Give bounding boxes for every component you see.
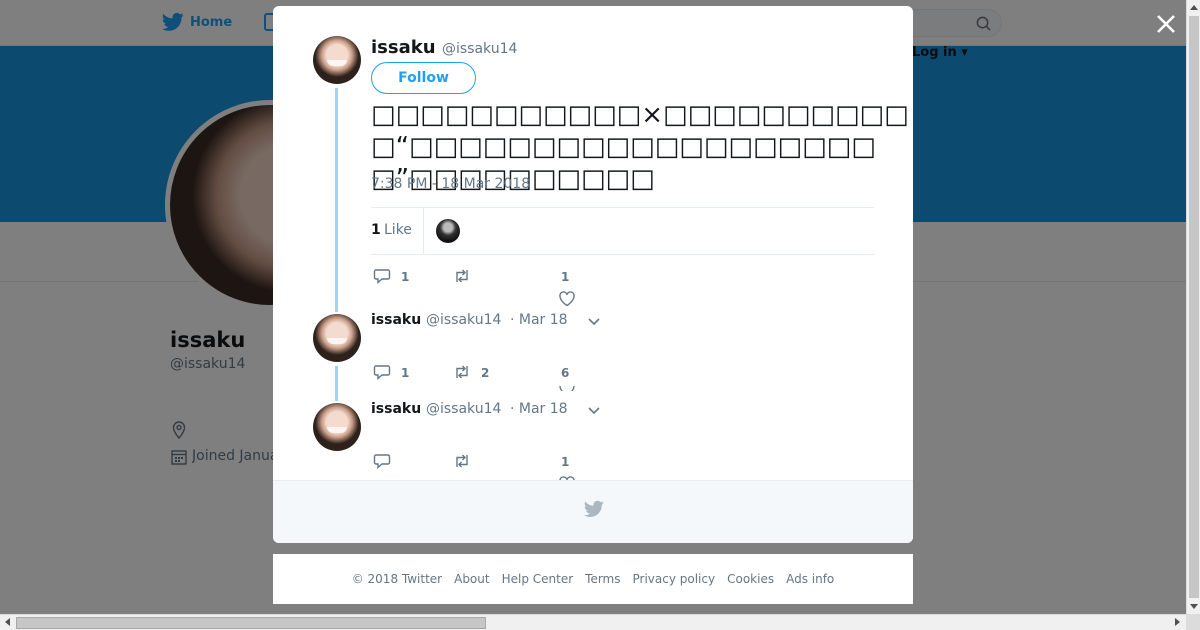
liker-avatar[interactable] xyxy=(436,219,460,243)
reply-avatar[interactable] xyxy=(313,403,361,451)
reply-button[interactable] xyxy=(373,452,391,470)
thread-line xyxy=(335,88,338,312)
page-footer: © 2018 Twitter About Help Center Terms P… xyxy=(273,554,913,604)
retweet-count: 2 xyxy=(481,366,490,380)
scroll-down-arrow[interactable] xyxy=(1190,604,1198,609)
reply-author-handle[interactable]: @issaku14 xyxy=(426,312,501,328)
footer-help-link[interactable]: Help Center xyxy=(502,572,574,586)
footer-cookies-link[interactable]: Cookies xyxy=(727,572,774,586)
scroll-up-arrow[interactable] xyxy=(1190,5,1198,10)
tweet-thread: issaku @issaku14 Follow □□□□□□□□□□□×□□□□… xyxy=(273,6,913,492)
retweet-icon xyxy=(456,269,468,283)
like-count: 1 xyxy=(561,270,570,284)
like-count: 1 xyxy=(561,455,570,469)
scroll-corner xyxy=(1186,614,1200,630)
chevron-down-icon[interactable] xyxy=(587,406,601,416)
retweet-icon xyxy=(456,454,468,468)
footer-ads-link[interactable]: Ads info xyxy=(786,572,834,586)
thread-line xyxy=(335,366,338,401)
reply-count: 1 xyxy=(401,366,410,380)
reply-author-handle[interactable]: @issaku14 xyxy=(426,401,501,417)
likes-label[interactable]: Like xyxy=(384,222,412,238)
chevron-down-icon[interactable] xyxy=(587,317,601,327)
tweet-timestamp[interactable]: 7:38 PM - 18 Mar 2018 xyxy=(371,176,530,192)
footer-terms-link[interactable]: Terms xyxy=(585,572,620,586)
footer-privacy-link[interactable]: Privacy policy xyxy=(633,572,716,586)
vertical-scrollbar[interactable] xyxy=(1186,0,1200,614)
like-button[interactable] xyxy=(558,290,576,308)
horizontal-scroll-thumb[interactable] xyxy=(16,617,486,629)
reply-date[interactable]: · Mar 18 xyxy=(510,312,568,328)
footer-about-link[interactable]: About xyxy=(454,572,489,586)
author-avatar[interactable] xyxy=(313,36,361,84)
like-count: 6 xyxy=(561,366,570,380)
tweet-stats: 1 Like xyxy=(371,207,874,255)
follow-button[interactable]: Follow xyxy=(371,62,476,94)
author-handle[interactable]: @issaku14 xyxy=(442,41,517,57)
reply-author-name[interactable]: issaku xyxy=(371,312,421,328)
reply-author-name[interactable]: issaku xyxy=(371,401,421,417)
vertical-scroll-thumb[interactable] xyxy=(1189,16,1199,598)
reply-count: 1 xyxy=(401,270,410,284)
heart-icon xyxy=(559,291,575,307)
reply-icon xyxy=(373,269,391,285)
reply-icon xyxy=(373,365,391,381)
scroll-left-arrow[interactable] xyxy=(5,618,10,626)
stats-divider xyxy=(423,208,424,254)
retweet-icon xyxy=(456,365,468,379)
footer-copyright: © 2018 Twitter xyxy=(351,572,443,586)
heart-icon xyxy=(559,386,575,391)
reply-avatar[interactable] xyxy=(313,314,361,362)
tweet-modal: issaku @issaku14 Follow □□□□□□□□□□□×□□□□… xyxy=(273,6,913,543)
reply-button[interactable] xyxy=(373,267,391,285)
horizontal-scrollbar[interactable] xyxy=(0,614,1186,630)
like-button[interactable] xyxy=(558,386,576,391)
author-name[interactable]: issaku xyxy=(371,37,436,58)
twitter-bird-icon xyxy=(584,500,604,517)
reply-button[interactable] xyxy=(373,363,391,381)
close-icon[interactable] xyxy=(1154,12,1178,36)
modal-footer xyxy=(273,480,913,543)
retweet-button[interactable] xyxy=(453,363,471,381)
reply-icon xyxy=(373,454,391,470)
scroll-right-arrow[interactable] xyxy=(1175,618,1180,626)
retweet-button[interactable] xyxy=(453,452,471,470)
likes-count[interactable]: 1 xyxy=(371,222,381,238)
retweet-button[interactable] xyxy=(453,267,471,285)
reply-date[interactable]: · Mar 18 xyxy=(510,401,568,417)
